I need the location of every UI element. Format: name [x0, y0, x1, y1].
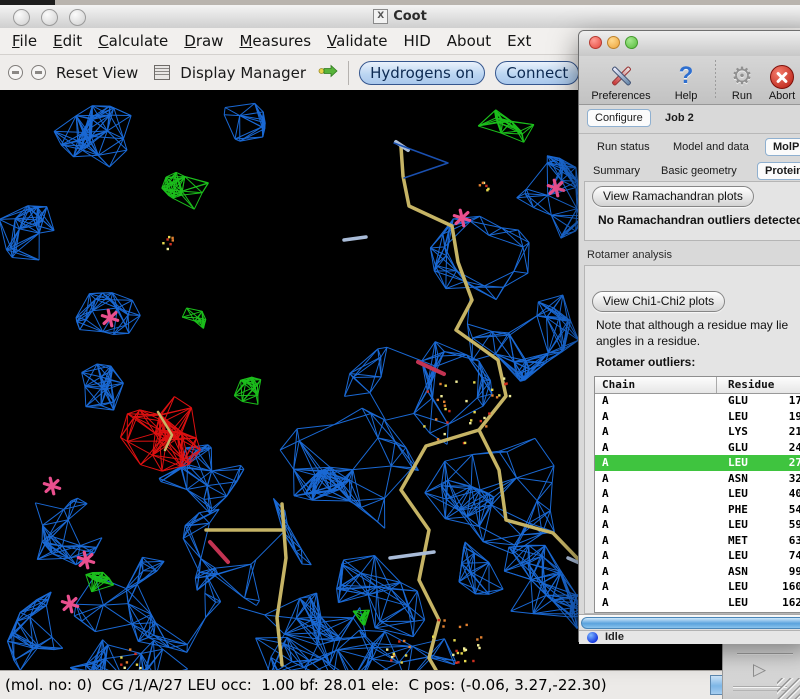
preferences-label: Preferences: [591, 90, 650, 102]
rotamer-outlier-row[interactable]: APHE168: [595, 610, 800, 612]
menu-draw[interactable]: Draw: [176, 32, 231, 50]
dialog-close-button[interactable]: [589, 36, 602, 49]
toolbar-separator: [715, 60, 716, 100]
tab-configure[interactable]: Configure: [587, 109, 651, 127]
view-chi1-chi2-plots-button[interactable]: View Chi1-Chi2 plots: [592, 291, 725, 312]
help-icon: ?: [679, 63, 694, 89]
tab-job-2[interactable]: Job 2: [659, 109, 700, 127]
tab-protein[interactable]: Protein: [757, 162, 800, 180]
atom-status-text: (mol. no: 0) CG /1/A/27 LEU occ: 1.00 bf…: [5, 671, 607, 699]
rotamer-analysis-label: Rotamer analysis: [587, 249, 672, 261]
help-button[interactable]: ? Help: [664, 58, 708, 102]
rotamer-outlier-row[interactable]: AMET63: [595, 533, 800, 549]
rotamer-outliers-label: Rotamer outliers:: [596, 355, 695, 369]
hydrogens-toggle-button[interactable]: Hydrogens on: [359, 61, 485, 85]
horizontal-scrollbar[interactable]: [579, 614, 800, 631]
tab-molprobity[interactable]: MolProbity: [765, 138, 800, 156]
redo-icon[interactable]: [31, 65, 46, 80]
idle-status-label: Idle: [605, 631, 624, 644]
table-header[interactable]: Chain Residue: [595, 377, 800, 394]
column-chain[interactable]: Chain: [595, 377, 717, 393]
main-status-bar: (mol. no: 0) CG /1/A/27 LEU occ: 1.00 bf…: [0, 670, 800, 699]
ramachandran-message: No Ramachandran outliers detected: [598, 213, 800, 227]
run-button[interactable]: ⚙ Run: [720, 58, 764, 102]
rotamer-outlier-row[interactable]: ALEU74: [595, 548, 800, 564]
menu-validate[interactable]: Validate: [319, 32, 395, 50]
rotamer-frame: View Chi1-Chi2 plots Note that although …: [584, 265, 800, 614]
rotamer-outlier-row[interactable]: ALEU40: [595, 486, 800, 502]
menu-hid[interactable]: HID: [396, 32, 439, 50]
preferences-icon: [608, 63, 634, 89]
display-manager-icon[interactable]: [154, 65, 170, 80]
go-arrow-icon[interactable]: [318, 63, 338, 82]
main-window-titlebar[interactable]: X Coot: [0, 5, 800, 29]
rotamer-outlier-row[interactable]: ALEU160: [595, 579, 800, 595]
gear-icon: ⚙: [731, 63, 753, 89]
dialog-zoom-button[interactable]: [625, 36, 638, 49]
menu-edit[interactable]: Edit: [45, 32, 90, 50]
display-manager-button[interactable]: Display Manager: [180, 64, 306, 82]
x11-app-icon: X: [373, 9, 388, 24]
scrollbar-thumb[interactable]: [581, 617, 800, 629]
dialog-minimize-button[interactable]: [607, 36, 620, 49]
rotamer-note-line1: Note that although a residue may lie: [596, 318, 788, 332]
view-ramachandran-plots-button[interactable]: View Ramachandran plots: [592, 186, 754, 207]
rotamer-outlier-row[interactable]: APHE54: [595, 502, 800, 518]
preferences-button[interactable]: Preferences: [587, 58, 655, 102]
expand-arrow-icon[interactable]: ▷: [753, 660, 766, 680]
abort-icon: [770, 65, 794, 89]
help-label: Help: [675, 90, 698, 102]
column-residue[interactable]: Residue: [717, 377, 800, 393]
rotamer-outlier-row[interactable]: ALEU27: [595, 455, 800, 471]
tab-run-status[interactable]: Run status: [591, 138, 656, 156]
rotamer-outlier-row[interactable]: ALEU59: [595, 517, 800, 533]
idle-status-icon: [587, 632, 598, 643]
rotamer-outlier-row[interactable]: AASN99: [595, 564, 800, 580]
rotamer-outlier-row[interactable]: AGLU24: [595, 440, 800, 456]
dialog-toolbar: Preferences ? Help ⚙ Run Abort A: [579, 56, 800, 105]
molprobity-dialog: Preferences ? Help ⚙ Run Abort A Configu…: [578, 30, 800, 642]
rotamer-note-line2: angles in a residue.: [596, 334, 700, 348]
rotamer-outlier-row[interactable]: AASN32: [595, 471, 800, 487]
rotamer-outliers-table: Chain Residue AGLU17ALEU19ALYS21AGLU24AL…: [594, 376, 800, 613]
main-window-title-text: Coot: [393, 9, 427, 24]
menu-ext[interactable]: Ext: [499, 32, 539, 50]
side-panel-collapsed: ▷: [722, 641, 800, 699]
run-label: Run: [732, 90, 752, 102]
tab-model-and-data[interactable]: Model and data: [667, 138, 755, 156]
toolbar-separator: [348, 61, 349, 85]
rotamer-outlier-row[interactable]: ALEU19: [595, 409, 800, 425]
main-window-title: X Coot: [0, 5, 800, 28]
menu-calculate[interactable]: Calculate: [90, 32, 176, 50]
dialog-status-row: Idle: [579, 630, 800, 644]
rotamer-outlier-row[interactable]: AGLU17: [595, 393, 800, 409]
notebook-edge: [579, 133, 800, 134]
rotamer-outlier-row[interactable]: ALEU162: [595, 595, 800, 611]
menu-about[interactable]: About: [439, 32, 499, 50]
reset-view-button[interactable]: Reset View: [56, 64, 138, 82]
menu-measures[interactable]: Measures: [231, 32, 319, 50]
job-page-tabs: Run status Model and data MolProbity: [579, 138, 800, 160]
dialog-titlebar[interactable]: [579, 31, 800, 57]
tab-summary[interactable]: Summary: [587, 162, 646, 180]
connect-button[interactable]: Connect: [495, 61, 579, 85]
panel-divider: [737, 653, 793, 655]
menu-file[interactable]: File: [4, 32, 45, 50]
undo-icon[interactable]: [8, 65, 23, 80]
tab-basic-geometry[interactable]: Basic geometry: [655, 162, 743, 180]
job-tabs: Configure Job 2: [579, 109, 800, 131]
ramachandran-frame: View Ramachandran plots No Ramachandran …: [584, 181, 800, 241]
rotamer-outlier-row[interactable]: ALYS21: [595, 424, 800, 440]
window-resize-grip[interactable]: [777, 678, 800, 699]
abort-button[interactable]: Abort: [760, 58, 800, 102]
abort-label: Abort: [769, 90, 795, 102]
screen: X Coot FileEditCalculateDrawMeasuresVali…: [0, 0, 800, 699]
table-body: AGLU17ALEU19ALYS21AGLU24ALEU27AASN32ALEU…: [595, 393, 800, 612]
